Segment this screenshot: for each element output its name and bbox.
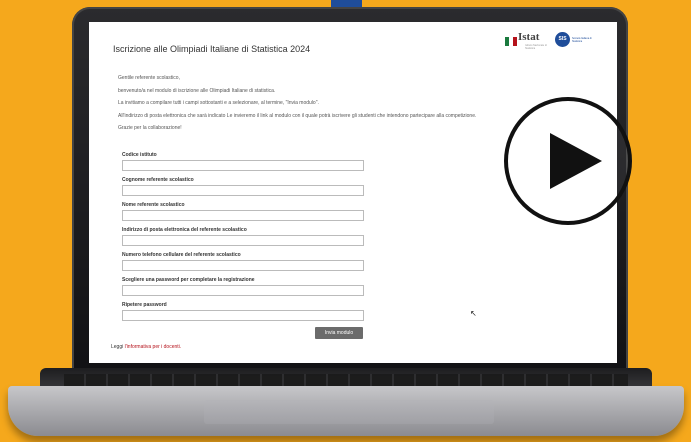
field-cognome: Cognome referente scolastico xyxy=(122,177,372,202)
field-telefono: Numero telefono cellulare del referente … xyxy=(122,252,372,277)
password-confirm-input[interactable] xyxy=(122,310,364,321)
sis-logo: SIS Società Italiana di Statistica xyxy=(555,31,595,55)
field-codice-istituto: Codice istituto xyxy=(122,152,372,177)
istat-logo-text: Istat xyxy=(518,31,540,43)
field-label: Numero telefono cellulare del referente … xyxy=(122,252,241,258)
field-label: Codice istituto xyxy=(122,152,157,158)
registration-form: Codice istituto Cognome referente scolas… xyxy=(122,152,372,327)
play-icon xyxy=(550,133,602,189)
footer-prefix: Leggi xyxy=(111,344,125,350)
privacy-notice-link[interactable]: l'informativa per i docenti. xyxy=(125,344,182,350)
field-password: Scegliere una password per completare la… xyxy=(122,277,372,302)
play-button[interactable] xyxy=(504,97,632,225)
submit-button[interactable]: Invia modulo xyxy=(315,327,363,339)
codice-istituto-input[interactable] xyxy=(122,160,364,171)
password-input[interactable] xyxy=(122,285,364,296)
field-label: Ripetere password xyxy=(122,302,167,308)
email-input[interactable] xyxy=(122,235,364,246)
sis-logo-subtitle: Società Italiana di Statistica xyxy=(572,37,592,43)
field-label: Nome referente scolastico xyxy=(122,202,185,208)
istat-logo: Istat Istituto Nazionale di Statistica xyxy=(505,31,547,53)
field-nome: Nome referente scolastico xyxy=(122,202,372,227)
field-email: Indirizzo di posta elettronica del refer… xyxy=(122,227,372,252)
field-label: Scegliere una password per completare la… xyxy=(122,277,255,283)
nome-input[interactable] xyxy=(122,210,364,221)
field-label: Cognome referente scolastico xyxy=(122,177,194,183)
intro-line: La invitiamo a compilare tutti i campi s… xyxy=(118,100,319,106)
privacy-footer: Leggi l'informativa per i docenti. xyxy=(111,344,181,350)
sis-logo-mark: SIS xyxy=(555,32,570,47)
cognome-input[interactable] xyxy=(122,185,364,196)
field-label: Indirizzo di posta elettronica del refer… xyxy=(122,227,247,233)
intro-line: Gentile referente scolastico, xyxy=(118,75,180,81)
phone-input[interactable] xyxy=(122,260,364,271)
laptop-trackpad xyxy=(204,400,494,424)
intro-line: benvenuto/a nel modulo di iscrizione all… xyxy=(118,87,276,94)
istat-flag-icon xyxy=(505,33,517,46)
istat-logo-subtitle: Istituto Nazionale di Statistica xyxy=(525,44,547,50)
mouse-pointer-icon: ↖ xyxy=(470,309,477,318)
field-password-confirm: Ripetere password xyxy=(122,302,372,327)
page-title: Iscrizione alle Olimpiadi Italiane di St… xyxy=(113,44,311,54)
